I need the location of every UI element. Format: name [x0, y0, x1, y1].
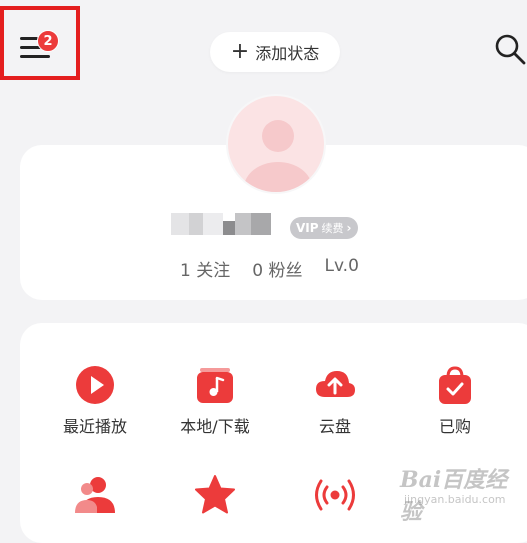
grid-item-favorites[interactable] — [170, 473, 260, 523]
grid-item-label: 最近播放 — [62, 417, 127, 436]
grid-item-label: 已购 — [438, 417, 471, 436]
grid-item-cloud-disk[interactable]: 云盘 — [290, 363, 380, 437]
chevron-right-icon: › — [346, 221, 352, 235]
vip-label: VIP — [296, 221, 319, 235]
notification-badge: 2 — [37, 30, 59, 52]
shopping-bag-icon — [439, 366, 471, 404]
add-status-button[interactable]: + 添加状态 — [210, 32, 340, 72]
grid-item-broadcast[interactable] — [290, 473, 380, 523]
vip-renew-label: 续费 — [321, 222, 344, 235]
grid-item-label: 本地/下载 — [180, 417, 250, 436]
play-icon — [76, 366, 114, 404]
grid-item-label: 云盘 — [318, 417, 351, 436]
music-note-icon — [197, 368, 233, 403]
user-level[interactable]: Lv.0 — [324, 256, 358, 281]
add-status-label: 添加状态 — [255, 44, 320, 63]
star-icon — [195, 475, 235, 514]
avatar[interactable] — [226, 94, 326, 194]
username-blurred — [171, 210, 281, 238]
profile-stats: 1 关注 0 粉丝 Lv.0 — [180, 256, 359, 281]
search-icon[interactable] — [494, 33, 526, 65]
top-bar: 2 + 添加状态 — [0, 0, 527, 100]
users-icon — [75, 477, 115, 513]
following-count[interactable]: 1 关注 — [180, 256, 230, 281]
grid-item-friends[interactable] — [50, 473, 140, 523]
followers-count[interactable]: 0 粉丝 — [252, 256, 302, 281]
broadcast-icon — [315, 479, 355, 511]
vip-renew-badge[interactable]: VIP 续费 › — [290, 217, 358, 239]
grid-item-recent-play[interactable]: 最近播放 — [50, 363, 140, 437]
grid-item-local-download[interactable]: 本地/下载 — [170, 363, 260, 437]
menu-button[interactable]: 2 — [0, 6, 80, 80]
cloud-upload-icon — [316, 371, 355, 397]
plus-icon: + — [230, 39, 250, 64]
grid-item-purchased[interactable]: 已购 — [410, 363, 500, 437]
watermark-url: jingyan.baidu.com — [404, 493, 506, 506]
default-avatar-icon — [244, 120, 312, 192]
